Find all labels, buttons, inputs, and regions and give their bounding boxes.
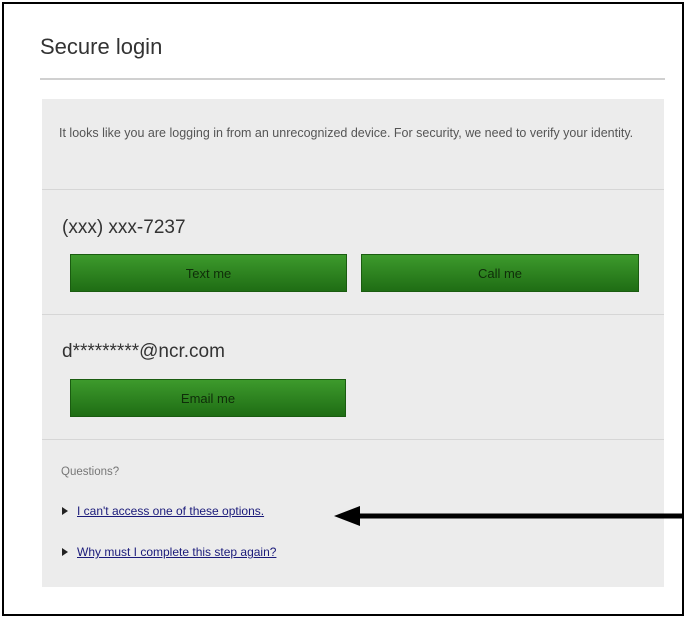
phone-number: (xxx) xxx-7237 (62, 217, 186, 238)
why-again-link[interactable]: Why must I complete this step again? (77, 545, 276, 559)
text-me-button[interactable]: Text me (70, 254, 347, 292)
section-divider (42, 189, 664, 190)
section-divider (42, 314, 664, 315)
questions-heading: Questions? (61, 466, 120, 478)
triangle-right-icon (62, 548, 68, 556)
intro-text: It looks like you are logging in from an… (59, 126, 634, 140)
text-me-label: Text me (185, 265, 232, 281)
section-divider (42, 439, 664, 440)
call-me-button[interactable]: Call me (361, 254, 639, 292)
arrow-left-icon (334, 506, 684, 526)
call-me-label: Call me (477, 265, 523, 281)
page-title: Secure login (40, 34, 163, 59)
title-divider (40, 78, 665, 80)
email-address: d*********@ncr.com (62, 341, 225, 362)
triangle-right-icon (62, 507, 68, 515)
faq-item-cant-access: I can't access one of these options. (62, 504, 264, 518)
cant-access-link[interactable]: I can't access one of these options. (77, 504, 264, 518)
login-frame: Secure login It looks like you are loggi… (2, 2, 684, 616)
faq-item-why-again: Why must I complete this step again? (62, 545, 276, 559)
email-me-label: Email me (180, 390, 236, 406)
email-me-button[interactable]: Email me (70, 379, 346, 417)
